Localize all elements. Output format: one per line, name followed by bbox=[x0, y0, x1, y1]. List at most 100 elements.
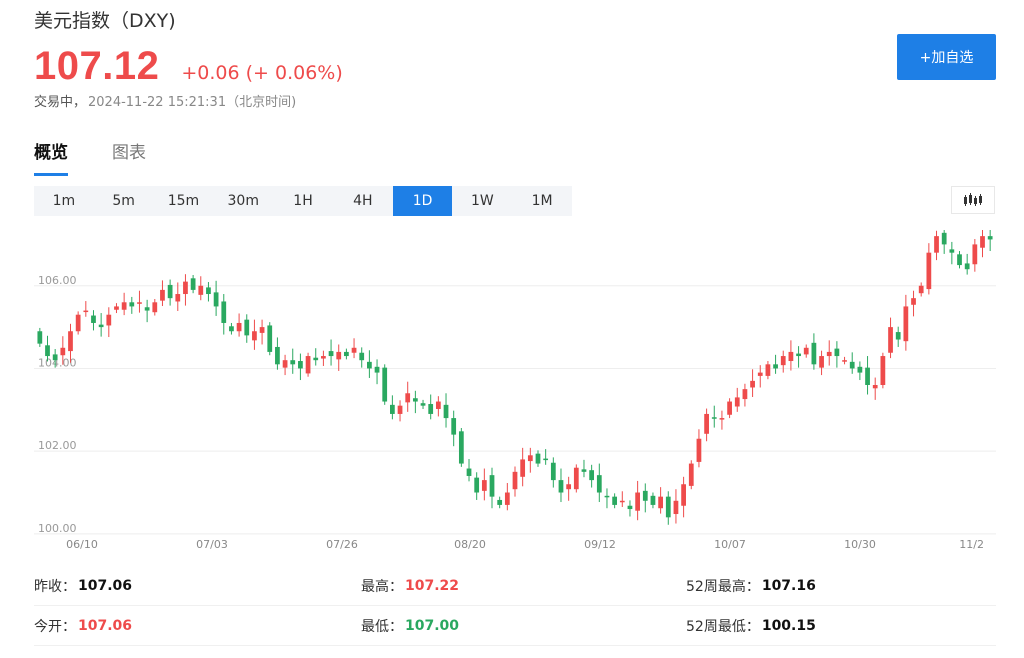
x-tick-label: 06/10 bbox=[66, 538, 98, 551]
candle bbox=[497, 496, 503, 509]
view-tabs: 概览 图表 bbox=[34, 138, 190, 176]
interval-1m[interactable]: 1m bbox=[34, 186, 94, 216]
candle bbox=[114, 303, 119, 314]
candle bbox=[780, 350, 786, 373]
candle bbox=[612, 493, 618, 509]
timestamp: 2024-11-22 15:21:31（北京时间) bbox=[88, 95, 297, 110]
stats-panel: 昨收： 107.06 最高： 107.22 52周最高： 107.16 今开： … bbox=[34, 566, 996, 646]
candle bbox=[367, 350, 372, 378]
candle bbox=[918, 282, 924, 297]
interval-1d[interactable]: 1D bbox=[392, 186, 453, 216]
stat-label: 昨收： bbox=[34, 578, 76, 595]
candle bbox=[244, 314, 250, 343]
candle bbox=[888, 317, 893, 359]
x-tick-label: 10/07 bbox=[714, 538, 746, 551]
candle bbox=[765, 361, 771, 380]
interval-15m[interactable]: 15m bbox=[154, 186, 214, 216]
add-watchlist-button[interactable]: +加自选 bbox=[897, 34, 996, 80]
candle bbox=[627, 500, 633, 517]
candle bbox=[903, 294, 909, 351]
y-tick-label: 106.00 bbox=[38, 274, 77, 287]
candle bbox=[428, 394, 434, 420]
candle bbox=[144, 299, 150, 323]
candle bbox=[305, 352, 311, 377]
page-title: 美元指数（DXY) bbox=[34, 10, 176, 32]
candle bbox=[865, 356, 870, 395]
candle bbox=[512, 466, 518, 497]
interval-30m[interactable]: 30m bbox=[213, 186, 273, 216]
price-chart[interactable]: 106.00104.00102.00100.0006/10 07/03 07/26 0… bbox=[34, 230, 996, 556]
interval-1h[interactable]: 1H bbox=[273, 186, 333, 216]
candle bbox=[673, 489, 679, 524]
tab-chart[interactable]: 图表 bbox=[112, 138, 146, 176]
interval-selector: 1m 5m 15m 30m 1H 4H 1D 1W 1M bbox=[34, 186, 572, 216]
candle bbox=[934, 230, 939, 261]
candle bbox=[412, 390, 418, 414]
stat-label: 52周最高： bbox=[686, 578, 760, 595]
candle bbox=[91, 310, 96, 331]
candle bbox=[37, 327, 43, 347]
candle bbox=[252, 319, 257, 350]
candle bbox=[152, 298, 158, 316]
candle bbox=[681, 476, 686, 518]
stat-value: 107.00 bbox=[405, 617, 460, 634]
stat-low: 最低： 107.00 bbox=[361, 616, 686, 636]
candle bbox=[819, 350, 824, 376]
interval-4h[interactable]: 4H bbox=[333, 186, 393, 216]
candlestick-icon bbox=[964, 193, 982, 206]
stat-value: 107.06 bbox=[78, 577, 133, 594]
candle bbox=[98, 313, 104, 337]
tab-overview[interactable]: 概览 bbox=[34, 138, 68, 176]
x-tick-label: 07/03 bbox=[196, 538, 228, 551]
candle bbox=[328, 339, 334, 366]
candle bbox=[390, 395, 395, 420]
candle bbox=[443, 393, 449, 428]
candle bbox=[665, 491, 671, 525]
x-tick-label: 07/26 bbox=[326, 538, 358, 551]
candle bbox=[964, 253, 970, 275]
candle bbox=[566, 476, 572, 501]
stat-high: 最高： 107.22 bbox=[361, 576, 686, 596]
candle bbox=[535, 450, 541, 467]
candle bbox=[842, 356, 847, 365]
candle bbox=[405, 381, 411, 412]
stat-label: 52周最低： bbox=[686, 618, 760, 635]
candle bbox=[880, 352, 886, 389]
x-tick-label: 09/12 bbox=[584, 538, 616, 551]
candle bbox=[474, 472, 480, 500]
candle bbox=[167, 279, 173, 306]
candle bbox=[420, 399, 426, 409]
candle bbox=[221, 294, 227, 335]
candle bbox=[688, 460, 694, 490]
x-tick-label: 08/20 bbox=[454, 538, 486, 551]
candle bbox=[198, 276, 204, 301]
candle bbox=[980, 230, 985, 258]
interval-1mo[interactable]: 1M bbox=[512, 186, 572, 216]
y-tick-label: 100.00 bbox=[38, 522, 77, 535]
interval-1w[interactable]: 1W bbox=[452, 186, 512, 216]
stat-value: 107.22 bbox=[405, 577, 460, 594]
candle bbox=[811, 333, 817, 370]
interval-5m[interactable]: 5m bbox=[94, 186, 154, 216]
candle bbox=[704, 408, 709, 442]
candle bbox=[773, 354, 778, 374]
candle bbox=[259, 319, 265, 345]
chart-type-button[interactable] bbox=[951, 186, 995, 214]
candle bbox=[742, 383, 748, 407]
candle bbox=[397, 400, 403, 422]
candle bbox=[83, 301, 89, 317]
stat-52w-high: 52周最高： 107.16 bbox=[686, 576, 986, 596]
candle bbox=[750, 369, 755, 397]
candle bbox=[183, 274, 188, 306]
candle bbox=[558, 468, 564, 503]
candle bbox=[573, 464, 579, 493]
candle bbox=[466, 459, 472, 482]
candle bbox=[121, 292, 127, 316]
candle bbox=[727, 398, 732, 419]
price-change: +0.06 (+ 0.06%) bbox=[181, 62, 343, 84]
candle bbox=[175, 282, 181, 311]
candle bbox=[849, 352, 855, 374]
stat-52w-low: 52周最低： 100.15 bbox=[686, 616, 986, 636]
stat-label: 最低： bbox=[361, 618, 403, 635]
candle bbox=[635, 480, 640, 521]
